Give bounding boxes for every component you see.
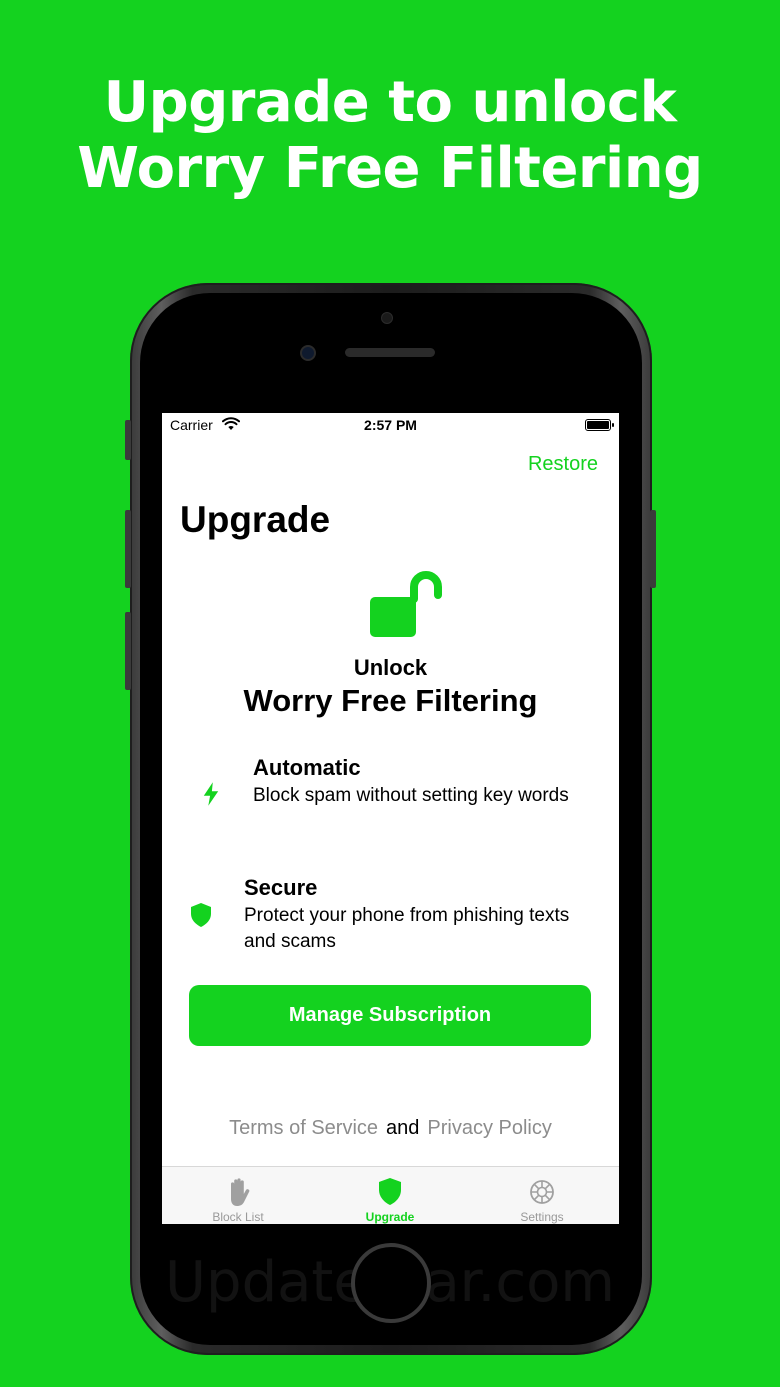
lightning-bolt-icon [203,782,219,806]
hand-icon [231,1178,250,1206]
feature-title: Automatic [253,755,361,780]
tab-bar: Block List Upgrade Settings [162,1166,619,1224]
gear-icon [530,1180,554,1204]
headline-line-1: Upgrade to unlock [103,70,677,135]
proximity-sensor [381,312,393,324]
headline-line-2: Worry Free Filtering [77,136,703,201]
mute-switch [125,420,131,460]
status-time: 2:57 PM [364,417,417,433]
promo-headline: Upgrade to unlock Worry Free Filtering [0,70,780,202]
legal-links: Terms of Service and Privacy Policy [162,1117,619,1140]
battery-icon [585,419,614,431]
privacy-policy-link[interactable]: Privacy Policy [427,1117,551,1139]
restore-button[interactable]: Restore [528,453,598,476]
page-title: Upgrade [180,499,331,540]
tab-label: Upgrade [365,1210,415,1224]
volume-down-button [125,612,131,690]
unlock-subtitle: Worry Free Filtering [243,683,538,718]
feature-description: Block spam without setting key words [253,785,569,806]
home-button[interactable] [351,1243,431,1323]
shield-icon [191,903,211,927]
front-camera [300,345,316,361]
unlock-label: Unlock [353,655,428,680]
app-screen: Carrier 2:57 PM Restore Upgrade Unlock W… [162,413,619,1224]
terms-of-service-link[interactable]: Terms of Service [229,1117,378,1139]
power-button [650,510,656,588]
tab-upgrade[interactable]: Upgrade [314,1167,466,1224]
shield-icon [379,1178,401,1205]
tab-block-list[interactable]: Block List [162,1167,314,1224]
manage-subscription-button[interactable]: Manage Subscription [189,985,591,1046]
earpiece-speaker [345,348,435,357]
feature-description: Protect your phone from phishing texts a… [244,905,570,952]
tab-label: Block List [212,1210,264,1224]
volume-up-button [125,510,131,588]
tab-settings[interactable]: Settings [466,1167,618,1224]
legal-and-text: and [386,1117,420,1139]
tab-label: Settings [520,1210,564,1224]
feature-title: Secure [244,875,318,900]
status-bar: Carrier 2:57 PM [162,413,619,437]
unlocked-padlock-icon [370,571,442,637]
